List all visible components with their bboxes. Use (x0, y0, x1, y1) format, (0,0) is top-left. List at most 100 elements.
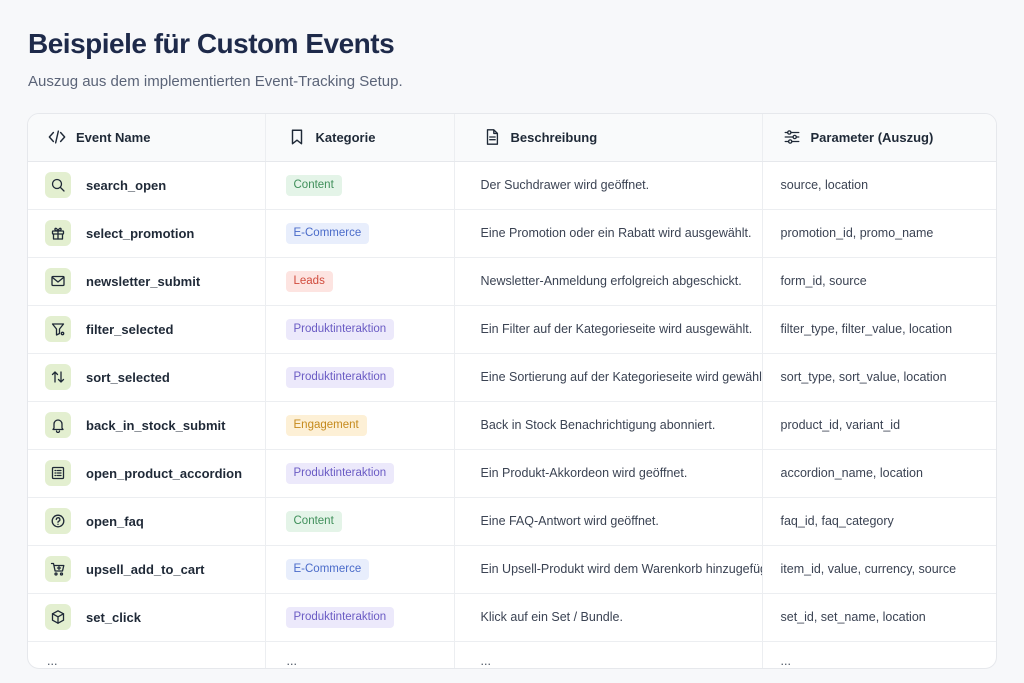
description-cell: Ein Filter auf der Kategorieseite wird a… (453, 305, 762, 354)
header-label: Beschreibung (510, 129, 598, 145)
table-row: open_faq Content Eine FAQ-Antwort wird g… (28, 497, 996, 546)
cart-plus-icon (45, 556, 71, 582)
table-row: filter_selected Produktinteraktion Ein F… (28, 305, 996, 354)
description-cell: Ein Produkt-Akkordeon wird geöffnet. (453, 449, 762, 498)
table-row: search_open Content Der Suchdrawer wird … (28, 161, 996, 210)
table-row: set_click Produktinteraktion Klick auf e… (28, 593, 996, 642)
category-badge: Content (285, 510, 342, 532)
category-cell: Produktinteraktion (264, 449, 454, 498)
event-name-cell: sort_selected (28, 353, 265, 402)
document-icon (483, 128, 501, 146)
sliders-icon (783, 128, 801, 146)
event-name-cell: upsell_add_to_cart (28, 545, 265, 594)
event-name: upsell_add_to_cart (86, 561, 205, 577)
sort-arrows-icon (45, 364, 71, 390)
parameters-cell: source, location (761, 161, 996, 210)
event-name: filter_selected (86, 321, 174, 337)
category-cell: Produktinteraktion (264, 353, 454, 402)
gift-icon (45, 220, 71, 246)
event-name: back_in_stock_submit (86, 417, 226, 433)
page-subtitle: Auszug aus dem implementierten Event-Tra… (28, 73, 403, 90)
event-name-cell: open_product_accordion (28, 449, 265, 498)
ellipsis-cell: ... (264, 641, 454, 668)
category-cell: Engagement (264, 401, 454, 450)
help-circle-icon (45, 508, 71, 534)
ellipsis-row: ... ... ... ... (28, 641, 996, 669)
code-icon (48, 128, 66, 146)
category-badge: Produktinteraktion (285, 366, 395, 388)
bookmark-icon (288, 128, 306, 146)
category-cell: E-Commerce (264, 545, 454, 594)
parameters-cell: item_id, value, currency, source (761, 545, 996, 594)
page-title: Beispiele für Custom Events (28, 28, 395, 59)
parameters-cell: product_id, variant_id (761, 401, 996, 450)
category-badge: Produktinteraktion (285, 462, 395, 484)
header-category: Kategorie (264, 114, 454, 162)
event-name-cell: select_promotion (28, 209, 265, 258)
event-name-cell: open_faq (28, 497, 265, 546)
table-row: sort_selected Produktinteraktion Eine So… (28, 353, 996, 402)
table-header-row: Event Name Kategorie Beschreibung Parame… (28, 114, 996, 162)
description-cell: Ein Upsell-Produkt wird dem Warenkorb hi… (453, 545, 762, 594)
event-name: newsletter_submit (86, 273, 201, 289)
event-name: set_click (86, 609, 141, 625)
event-name: open_faq (86, 513, 144, 529)
category-badge: Produktinteraktion (285, 606, 395, 628)
ellipsis-cell: ... (453, 641, 762, 668)
description-cell: Der Suchdrawer wird geöffnet. (453, 161, 762, 210)
description-cell: Back in Stock Benachrichtigung abonniert… (453, 401, 762, 450)
category-cell: Content (264, 497, 454, 546)
category-cell: E-Commerce (264, 209, 454, 258)
description-cell: Klick auf ein Set / Bundle. (453, 593, 762, 642)
search-icon (45, 172, 71, 198)
event-name-cell: search_open (28, 161, 265, 210)
table-row: upsell_add_to_cart E-Commerce Ein Upsell… (28, 545, 996, 594)
list-icon (45, 460, 71, 486)
table-row: select_promotion E-Commerce Eine Promoti… (28, 209, 996, 258)
event-name-cell: newsletter_submit (28, 257, 265, 306)
header-label: Parameter (Auszug) (810, 129, 934, 145)
header-description: Beschreibung (453, 114, 762, 162)
category-badge: Engagement (285, 414, 367, 436)
category-cell: Content (264, 161, 454, 210)
event-name: search_open (86, 177, 167, 193)
parameters-cell: promotion_id, promo_name (761, 209, 996, 258)
header-event-name: Event Name (28, 114, 265, 162)
description-cell: Eine Sortierung auf der Kategorieseite w… (453, 353, 762, 402)
description-cell: Eine FAQ-Antwort wird geöffnet. (453, 497, 762, 546)
event-name: sort_selected (86, 369, 170, 385)
bell-icon (45, 412, 71, 438)
events-table: Event Name Kategorie Beschreibung Parame… (28, 114, 996, 669)
header-label: Kategorie (315, 129, 376, 145)
category-badge: Produktinteraktion (285, 318, 395, 340)
description-cell: Eine Promotion oder ein Rabatt wird ausg… (453, 209, 762, 258)
ellipsis-cell: ... (761, 641, 996, 668)
table-row: back_in_stock_submit Engagement Back in … (28, 401, 996, 450)
event-name-cell: filter_selected (28, 305, 265, 354)
table-row: newsletter_submit Leads Newsletter-Anmel… (28, 257, 996, 306)
event-name-cell: set_click (28, 593, 265, 642)
parameters-cell: sort_type, sort_value, location (761, 353, 996, 402)
category-cell: Leads (264, 257, 454, 306)
box-icon (45, 604, 71, 630)
filter-icon (45, 316, 71, 342)
description-cell: Newsletter-Anmeldung erfolgreich abgesch… (453, 257, 762, 306)
category-cell: Produktinteraktion (264, 305, 454, 354)
category-badge: E-Commerce (285, 558, 370, 580)
parameters-cell: faq_id, faq_category (761, 497, 996, 546)
table-row: open_product_accordion Produktinteraktio… (28, 449, 996, 498)
parameters-cell: filter_type, filter_value, location (761, 305, 996, 354)
mail-icon (45, 268, 71, 294)
header-label: Event Name (76, 129, 151, 145)
parameters-cell: set_id, set_name, location (761, 593, 996, 642)
event-name-cell: back_in_stock_submit (28, 401, 265, 450)
event-name: select_promotion (86, 225, 195, 241)
category-badge: Content (285, 174, 342, 196)
category-badge: Leads (285, 270, 333, 292)
ellipsis-cell: ... (47, 654, 58, 669)
parameters-cell: form_id, source (761, 257, 996, 306)
category-cell: Produktinteraktion (264, 593, 454, 642)
event-name: open_product_accordion (86, 465, 243, 481)
events-table-card: Event Name Kategorie Beschreibung Parame… (27, 113, 997, 669)
header-parameters: Parameter (Auszug) (761, 114, 996, 162)
